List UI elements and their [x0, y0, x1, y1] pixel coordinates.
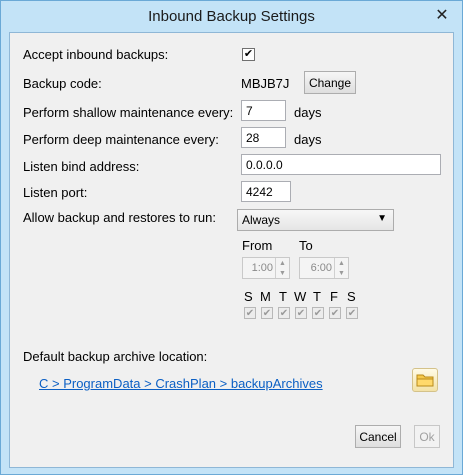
browse-folder-button[interactable] — [412, 368, 438, 392]
run-label: Allow backup and restores to run: — [23, 210, 216, 225]
checkmark-icon: ✔ — [245, 307, 255, 319]
bind-address-input[interactable]: 0.0.0.0 — [241, 154, 441, 175]
day-checkbox-tue[interactable]: ✔ — [278, 307, 290, 319]
spin-up-icon[interactable]: ▲ — [335, 258, 348, 268]
day-checkbox-fri[interactable]: ✔ — [329, 307, 341, 319]
folder-icon — [416, 374, 434, 387]
ok-button[interactable]: Ok — [414, 425, 440, 448]
run-selected: Always — [242, 213, 281, 227]
backup-code-label: Backup code: — [23, 76, 102, 91]
listen-port-input[interactable]: 4242 — [241, 181, 291, 202]
deep-label: Perform deep maintenance every: — [23, 132, 219, 147]
chevron-down-icon: ▼ — [377, 213, 387, 224]
day-checkbox-wed[interactable]: ✔ — [295, 307, 307, 319]
checkmark-icon: ✔ — [243, 48, 254, 60]
day-checkbox-thu[interactable]: ✔ — [312, 307, 324, 319]
day-checkbox-sat[interactable]: ✔ — [346, 307, 358, 319]
listen-port-label: Listen port: — [23, 185, 88, 200]
accept-checkbox[interactable]: ✔ — [242, 48, 255, 61]
change-button[interactable]: Change — [304, 71, 356, 94]
dialog-window: Inbound Backup Settings ✕ Accept inbound… — [0, 0, 463, 475]
shallow-unit: days — [294, 105, 322, 120]
close-icon: ✕ — [435, 7, 449, 24]
backup-code-value: MBJB7J — [241, 76, 290, 91]
accept-label: Accept inbound backups: — [23, 47, 169, 62]
close-button[interactable]: ✕ — [430, 5, 454, 25]
day-label-sat: S — [347, 289, 356, 304]
window-title: Inbound Backup Settings — [148, 8, 315, 25]
checkmark-icon: ✔ — [347, 307, 357, 319]
from-time-spinner[interactable]: 1:00 ▲ ▼ — [242, 257, 290, 279]
shallow-label: Perform shallow maintenance every: — [23, 105, 234, 120]
checkmark-icon: ✔ — [330, 307, 340, 319]
archive-label: Default backup archive location: — [23, 349, 208, 364]
shallow-days-input[interactable]: 7 — [241, 100, 286, 121]
day-label-wed: W — [294, 289, 307, 304]
title-bar[interactable]: Inbound Backup Settings ✕ — [1, 1, 462, 32]
archive-path-link[interactable]: C > ProgramData > CrashPlan > backupArch… — [39, 376, 323, 391]
day-checkbox-mon[interactable]: ✔ — [261, 307, 273, 319]
checkmark-icon: ✔ — [279, 307, 289, 319]
bind-address-label: Listen bind address: — [23, 159, 140, 174]
day-label-tue: T — [279, 289, 287, 304]
checkmark-icon: ✔ — [296, 307, 306, 319]
day-label-thu: T — [313, 289, 321, 304]
run-dropdown[interactable]: Always ▼ — [237, 209, 394, 231]
from-time-value: 1:00 — [251, 262, 273, 274]
day-checkbox-sun[interactable]: ✔ — [244, 307, 256, 319]
settings-panel: Accept inbound backups: ✔ Backup code: M… — [9, 32, 454, 468]
to-time-value: 6:00 — [310, 262, 332, 274]
deep-days-input[interactable]: 28 — [241, 127, 286, 148]
checkmark-icon: ✔ — [313, 307, 323, 319]
day-label-fri: F — [330, 289, 338, 304]
day-label-sun: S — [244, 289, 253, 304]
spin-down-icon[interactable]: ▼ — [335, 268, 348, 278]
from-label: From — [242, 238, 273, 253]
spin-down-icon[interactable]: ▼ — [276, 268, 289, 278]
to-time-spinner[interactable]: 6:00 ▲ ▼ — [299, 257, 349, 279]
checkmark-icon: ✔ — [262, 307, 272, 319]
deep-unit: days — [294, 132, 322, 147]
to-label: To — [299, 238, 313, 253]
spin-up-icon[interactable]: ▲ — [276, 258, 289, 268]
cancel-button[interactable]: Cancel — [355, 425, 401, 448]
day-label-mon: M — [260, 289, 271, 304]
